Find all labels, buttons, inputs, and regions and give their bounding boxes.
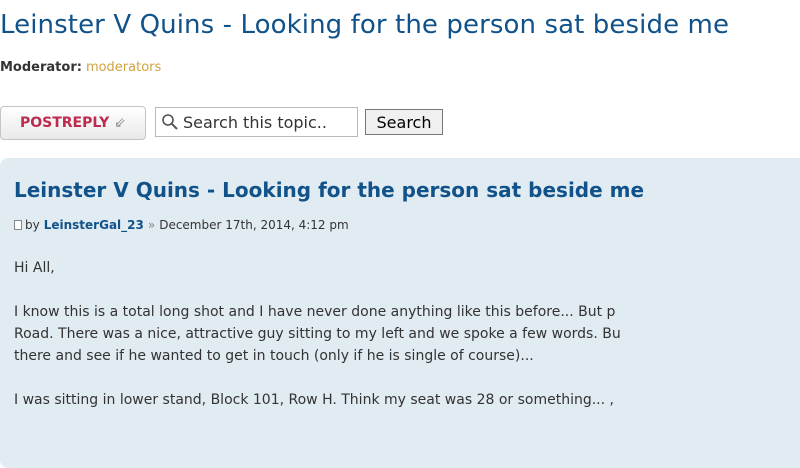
post-author-line: by LeinsterGal_23 » December 17th, 2014,… (14, 218, 349, 232)
post-icon[interactable] (14, 220, 22, 230)
search-input[interactable]: Search this topic.. (155, 107, 358, 137)
post-body-line: I know this is a total long shot and I h… (14, 304, 616, 320)
post-body-line: there and see if he wanted to get in tou… (14, 348, 534, 364)
post-body-line: Road. There was a nice, attractive guy s… (14, 326, 621, 342)
moderator-label: Moderator: (0, 60, 82, 75)
topic-title[interactable]: Leinster V Quins - Looking for the perso… (0, 10, 729, 40)
post-reply-label: POSTREPLY (19, 115, 110, 131)
post-author-link[interactable]: LeinsterGal_23 (44, 218, 144, 232)
moderators-link[interactable]: moderators (86, 60, 161, 75)
post-panel: Leinster V Quins - Looking for the perso… (0, 158, 800, 468)
post-body: Hi All, I know this is a total long shot… (14, 257, 800, 411)
search-input-text: Search this topic.. (183, 112, 327, 132)
search-icon (162, 114, 178, 130)
post-greeting: Hi All, (14, 260, 55, 276)
post-date: December 17th, 2014, 4:12 pm (159, 218, 349, 232)
reply-arrow-icon: ⇙ (114, 115, 126, 131)
post-separator: » (147, 218, 156, 232)
post-reply-button[interactable]: POSTREPLY ⇙ (0, 106, 146, 140)
post-body-line: I was sitting in lower stand, Block 101,… (14, 392, 614, 408)
search-button[interactable]: Search (365, 109, 443, 135)
post-by-label: by (25, 218, 40, 232)
post-title[interactable]: Leinster V Quins - Looking for the perso… (14, 178, 644, 202)
moderator-line: Moderator: moderators (0, 60, 161, 75)
